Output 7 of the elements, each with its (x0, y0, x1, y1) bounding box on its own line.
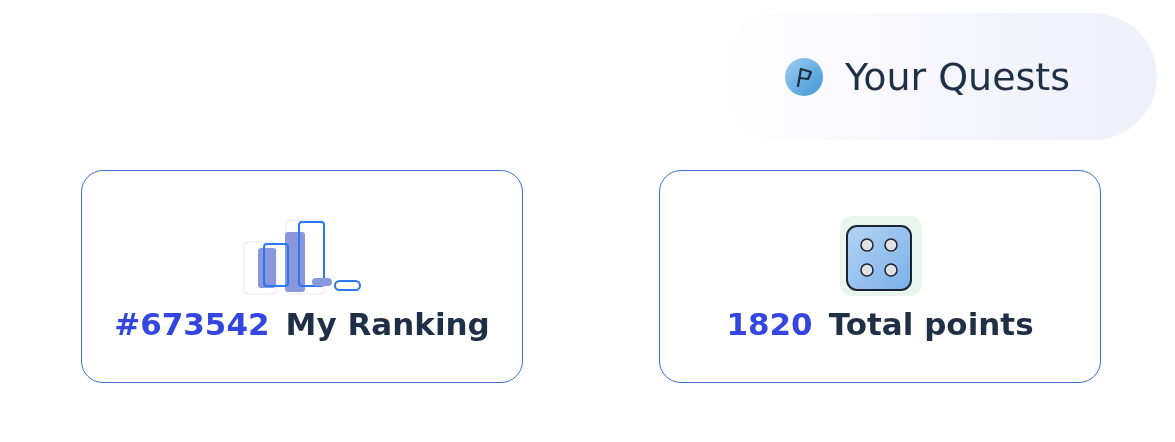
page-title: Your Quests (845, 54, 1071, 99)
stat-label: My Ranking (285, 306, 490, 342)
bar-chart-icon (242, 218, 362, 298)
stat-value: 1820 (726, 306, 813, 342)
flag-icon (785, 57, 823, 96)
stat-label: Total points (828, 306, 1034, 342)
stat-value: #673542 (114, 306, 270, 342)
